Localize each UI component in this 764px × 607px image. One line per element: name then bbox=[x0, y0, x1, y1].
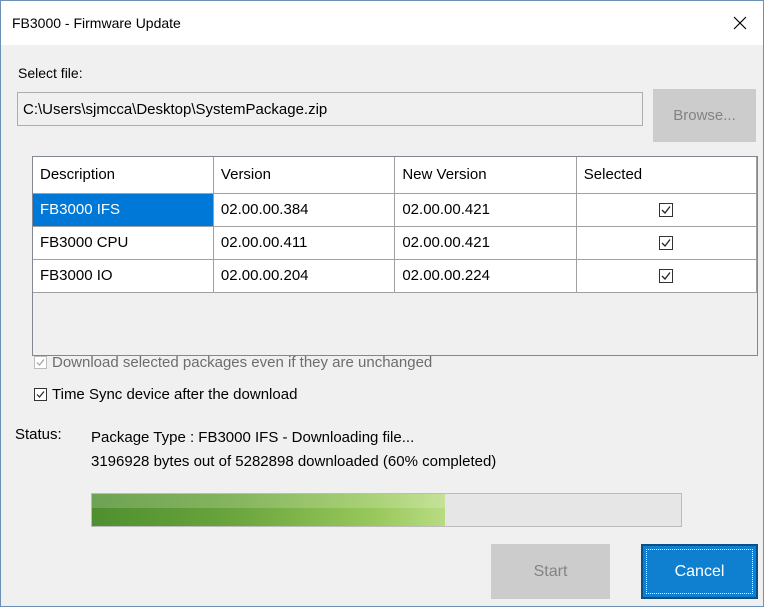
row-selected-checkbox[interactable] bbox=[659, 203, 674, 218]
packages-table: Description Version New Version Selected… bbox=[33, 157, 758, 293]
start-button[interactable]: Start bbox=[491, 544, 610, 599]
cell-selected[interactable] bbox=[575, 192, 758, 227]
close-button[interactable] bbox=[717, 1, 763, 45]
browse-button[interactable]: Browse... bbox=[653, 89, 756, 142]
status-package-text: Package Type : FB3000 IFS - Downloading … bbox=[91, 429, 415, 446]
cell-selected[interactable] bbox=[575, 258, 758, 293]
title-bar: FB3000 - Firmware Update bbox=[1, 1, 763, 45]
download-progress-bar bbox=[91, 493, 682, 527]
cell-new-version[interactable]: 02.00.00.224 bbox=[394, 258, 577, 293]
window-title: FB3000 - Firmware Update bbox=[12, 15, 181, 31]
cell-description[interactable]: FB3000 IFS bbox=[33, 192, 214, 227]
time-sync-label[interactable]: Time Sync device after the download bbox=[52, 386, 297, 403]
checkmark-icon bbox=[661, 206, 671, 215]
cell-description[interactable]: FB3000 CPU bbox=[33, 225, 214, 260]
cell-version[interactable]: 02.00.00.411 bbox=[212, 225, 396, 260]
packages-grid: Description Version New Version Selected… bbox=[32, 156, 758, 356]
row-selected-checkbox[interactable] bbox=[659, 269, 674, 284]
table-row[interactable]: FB3000 IFS 02.00.00.384 02.00.00.421 bbox=[33, 192, 758, 227]
checkmark-icon bbox=[36, 359, 45, 366]
checkmark-icon bbox=[36, 391, 45, 398]
status-label: Status: bbox=[15, 426, 62, 443]
download-unchanged-label: Download selected packages even if they … bbox=[52, 354, 433, 371]
close-icon bbox=[733, 16, 747, 30]
cell-version[interactable]: 02.00.00.204 bbox=[212, 258, 396, 293]
cell-new-version[interactable]: 02.00.00.421 bbox=[394, 192, 577, 227]
checkmark-icon bbox=[661, 272, 671, 281]
firmware-update-dialog: FB3000 - Firmware Update Select file: C:… bbox=[0, 0, 764, 607]
select-file-label: Select file: bbox=[18, 65, 83, 81]
progress-fill bbox=[92, 494, 446, 526]
download-unchanged-option: Download selected packages even if they … bbox=[34, 354, 432, 371]
file-path-field[interactable]: C:\Users\sjmcca\Desktop\SystemPackage.zi… bbox=[17, 92, 643, 126]
time-sync-checkbox[interactable] bbox=[34, 388, 47, 401]
time-sync-option[interactable]: Time Sync device after the download bbox=[34, 386, 297, 403]
column-header-selected[interactable]: Selected bbox=[575, 157, 758, 194]
table-row[interactable]: FB3000 IO 02.00.00.204 02.00.00.224 bbox=[33, 258, 758, 293]
cell-version[interactable]: 02.00.00.384 bbox=[212, 192, 396, 227]
column-header-version[interactable]: Version bbox=[212, 157, 396, 194]
cell-new-version[interactable]: 02.00.00.421 bbox=[394, 225, 577, 260]
table-header-row: Description Version New Version Selected bbox=[33, 157, 758, 194]
download-unchanged-checkbox bbox=[34, 356, 47, 369]
table-row[interactable]: FB3000 CPU 02.00.00.411 02.00.00.421 bbox=[33, 225, 758, 260]
checkmark-icon bbox=[661, 239, 671, 248]
cell-selected[interactable] bbox=[575, 225, 758, 260]
column-header-new-version[interactable]: New Version bbox=[394, 157, 577, 194]
column-header-description[interactable]: Description bbox=[33, 157, 214, 194]
cancel-button[interactable]: Cancel bbox=[641, 544, 758, 599]
cell-description[interactable]: FB3000 IO bbox=[33, 258, 214, 293]
focus-rectangle bbox=[646, 549, 753, 594]
row-selected-checkbox[interactable] bbox=[659, 236, 674, 251]
status-progress-text: 3196928 bytes out of 5282898 downloaded … bbox=[91, 453, 497, 470]
